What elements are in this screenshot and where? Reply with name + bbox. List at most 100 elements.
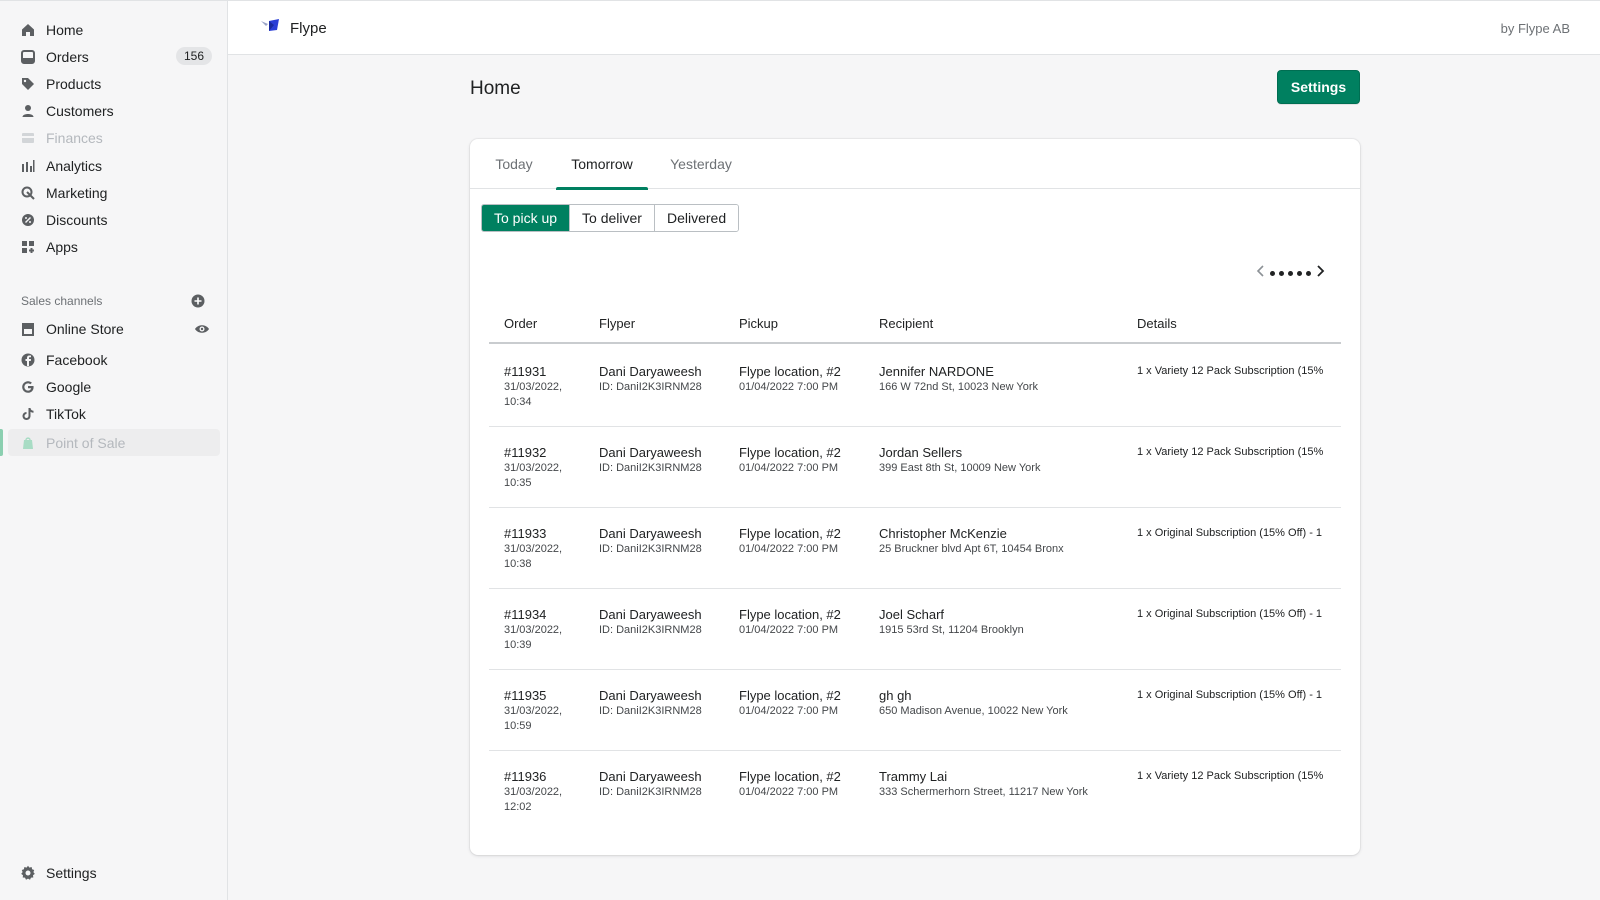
person-icon [20,103,36,119]
order-number[interactable]: #11931 [504,364,562,380]
table-row[interactable]: #11931 31/03/2022, 10:34 Dani Daryaweesh ID… [489,346,1341,427]
google-icon [20,379,36,395]
page-dot[interactable] [1270,271,1275,276]
tag-icon [20,76,36,92]
active-indicator [0,429,3,456]
chevron-right-icon[interactable] [1315,264,1325,283]
discount-icon [20,212,36,228]
pickup-time: 01/04/2022 7:00 PM [739,543,839,555]
recipient-name: Joel Scharf [879,607,945,622]
flyper-name: Dani Daryaweesh [599,688,702,703]
order-cell: #11933 31/03/2022, 10:38 [504,526,562,572]
recipient-address: 333 Schermerhorn Street, 11217 New York [879,786,1088,798]
order-cell: #11936 31/03/2022, 12:02 [504,769,562,815]
sidebar-item-home[interactable]: Home [8,16,220,43]
table-row[interactable]: #11935 31/03/2022, 10:59 Dani Daryaweesh ID… [489,670,1341,751]
order-number[interactable]: #11936 [504,769,562,785]
flyper-id: ID: DaniI2K3IRNM28 [599,462,702,474]
order-number[interactable]: #11935 [504,688,562,704]
app-name: Flype [290,19,327,37]
add-channel-icon[interactable] [191,294,205,308]
flyper-cell: Dani Daryaweesh ID: DaniI2K3IRNM28 [599,769,702,800]
order-number[interactable]: #11932 [504,445,562,461]
table-row[interactable]: #11936 31/03/2022, 12:02 Dani Daryaweesh ID… [489,751,1341,832]
pos-icon [20,435,36,451]
gear-icon [20,865,36,881]
order-date: 31/03/2022, [504,705,563,717]
sidebar-item-finances[interactable]: Finances [8,124,220,151]
eye-icon[interactable] [194,321,210,337]
order-time: 10:38 [504,558,532,570]
order-date: 31/03/2022, [504,381,563,393]
table-row[interactable]: #11934 31/03/2022, 10:39 Dani Daryaweesh ID… [489,589,1341,670]
column-header-recipient[interactable]: Recipient [879,316,933,331]
segment-to-pick-up[interactable]: To pick up [482,205,571,231]
recipient-name: Christopher McKenzie [879,526,1007,541]
sidebar-item-customers[interactable]: Customers [8,97,220,124]
flyper-cell: Dani Daryaweesh ID: DaniI2K3IRNM28 [599,688,702,719]
segment-delivered[interactable]: Delivered [654,205,739,231]
order-time: 10:59 [504,720,532,732]
pickup-cell: Flype location, #2 01/04/2022 7:00 PM [739,607,841,638]
flyper-cell: Dani Daryaweesh ID: DaniI2K3IRNM28 [599,445,702,476]
flyper-cell: Dani Daryaweesh ID: DaniI2K3IRNM28 [599,364,702,395]
sidebar-item-google[interactable]: Google [8,373,220,400]
column-header-details[interactable]: Details [1137,316,1177,331]
sidebar-item-marketing[interactable]: Marketing [8,179,220,206]
pickup-time: 01/04/2022 7:00 PM [739,381,839,393]
sidebar-item-discounts[interactable]: Discounts [8,206,220,233]
order-number[interactable]: #11934 [504,607,562,623]
apps-icon [20,239,36,255]
home-icon [20,22,36,38]
sidebar-item-online-store[interactable]: Online Store [8,315,220,342]
sidebar-item-point-of-sale[interactable]: Point of Sale [8,429,220,456]
store-icon [20,321,36,337]
flyper-id: ID: DaniI2K3IRNM28 [599,543,702,555]
order-number[interactable]: #11933 [504,526,562,542]
recipient-name: Trammy Lai [879,769,948,784]
tab-today[interactable]: Today [486,139,542,189]
details-cell: 1 x Original Subscription (15% Off) - 1 [1137,608,1323,620]
tab-yesterday[interactable]: Yesterday [660,139,742,189]
sidebar-item-settings[interactable]: Settings [8,859,220,886]
column-header-pickup[interactable]: Pickup [739,316,778,331]
recipient-address: 650 Madison Avenue, 10022 New York [879,705,1068,717]
recipient-cell: Jennifer NARDONE 166 W 72nd St, 10023 New… [879,364,1038,395]
column-header-flyper[interactable]: Flyper [599,316,635,331]
recipient-address: 1915 53rd St, 11204 Brooklyn [879,624,1024,636]
page-dot[interactable] [1279,271,1284,276]
page-dot[interactable] [1306,271,1311,276]
sidebar-item-label: Marketing [46,184,108,201]
pickup-time: 01/04/2022 7:00 PM [739,624,839,636]
sidebar-item-label: Facebook [46,351,108,368]
pickup-time: 01/04/2022 7:00 PM [739,786,839,798]
sidebar-item-facebook[interactable]: Facebook [8,346,220,373]
pickup-location: Flype location, #2 [739,769,841,784]
sidebar-item-tiktok[interactable]: TikTok [8,400,220,427]
orders-card: Today Tomorrow Yesterday To pick up To d… [470,139,1360,855]
sales-channels-label: Sales channels [21,294,103,308]
tiktok-icon [20,406,36,422]
sidebar-item-orders[interactable]: Orders 156 [8,43,220,70]
pickup-cell: Flype location, #2 01/04/2022 7:00 PM [739,445,841,476]
page-dot[interactable] [1288,271,1293,276]
table-row[interactable]: #11933 31/03/2022, 10:38 Dani Daryaweesh ID… [489,508,1341,589]
pickup-location: Flype location, #2 [739,688,841,703]
table-row[interactable]: #11932 31/03/2022, 10:35 Dani Daryaweesh ID… [489,427,1341,508]
tab-tomorrow[interactable]: Tomorrow [556,139,648,190]
sidebar-item-label: Finances [46,129,103,146]
flyper-name: Dani Daryaweesh [599,526,702,541]
column-header-order[interactable]: Order [504,316,537,331]
sidebar-item-apps[interactable]: Apps [8,233,220,260]
segment-to-deliver[interactable]: To deliver [570,205,655,231]
settings-button[interactable]: Settings [1277,70,1360,104]
sidebar-item-analytics[interactable]: Analytics [8,152,220,179]
recipient-cell: Trammy Lai 333 Schermerhorn Street, 11217… [879,769,1088,800]
page-dot[interactable] [1297,271,1302,276]
sidebar-item-label: Customers [46,102,114,119]
order-time: 10:35 [504,477,532,489]
sidebar-item-products[interactable]: Products [8,70,220,97]
chevron-left-icon[interactable] [1256,264,1266,283]
recipient-cell: Jordan Sellers 399 East 8th St, 10009 New… [879,445,1040,476]
recipient-name: gh gh [879,688,912,703]
